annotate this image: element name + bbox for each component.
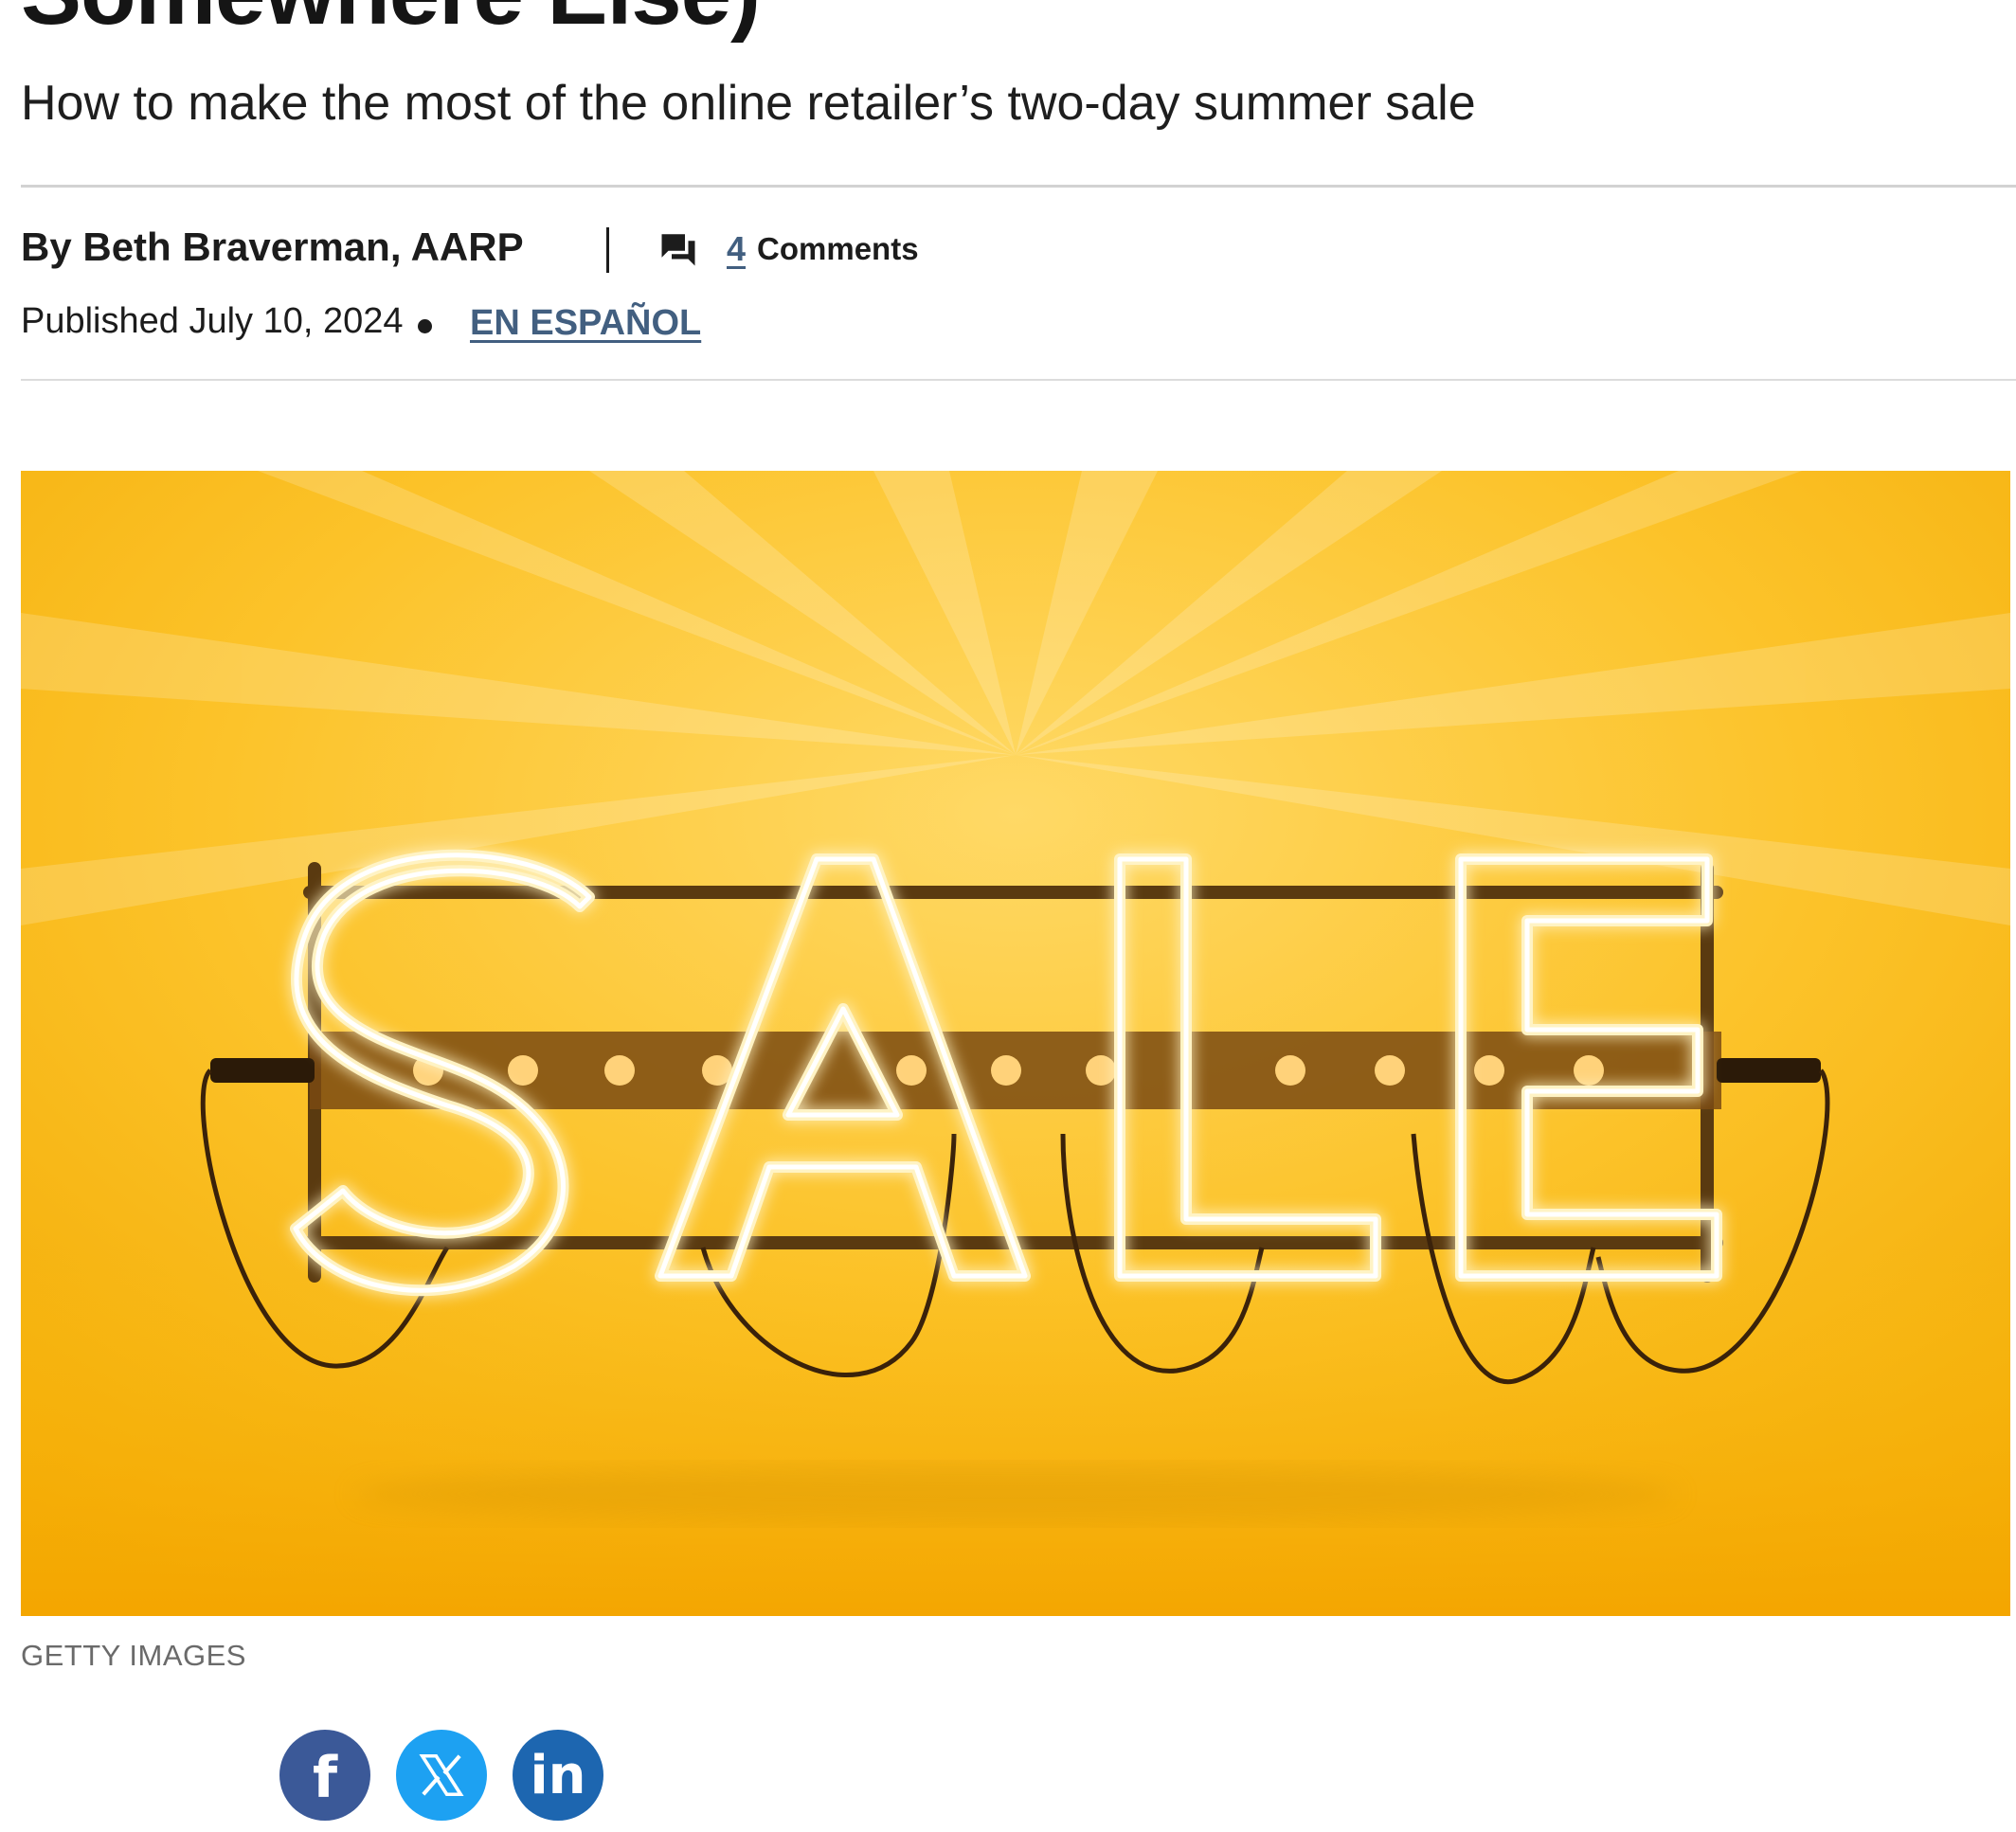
- comments-count[interactable]: 4: [727, 229, 746, 269]
- linkedin-icon: in: [530, 1745, 586, 1806]
- image-credit: GETTY IMAGES: [21, 1639, 246, 1672]
- neon-sale-sign-illustration: [21, 471, 2010, 1616]
- article-page: Somewhere Else) How to make the most of …: [0, 0, 2016, 1832]
- meta-divider: [21, 379, 2016, 381]
- hero-image: [21, 471, 2010, 1616]
- comments-link[interactable]: 4 Comments: [658, 229, 919, 269]
- share-x-button[interactable]: [396, 1730, 487, 1821]
- article-subtitle: How to make the most of the online retai…: [21, 76, 1476, 131]
- published-date: Published July 10, 2024: [21, 301, 404, 341]
- author-byline: By Beth Braverman, AARP: [21, 225, 524, 269]
- header-divider: [21, 185, 2016, 188]
- x-logo-icon: [419, 1753, 464, 1797]
- share-linkedin-button[interactable]: in: [513, 1730, 603, 1821]
- meta-bullet: [418, 319, 432, 333]
- facebook-icon: f: [312, 1745, 338, 1811]
- article-headline: Somewhere Else): [21, 0, 761, 39]
- comments-label[interactable]: Comments: [757, 231, 919, 267]
- spanish-version-link[interactable]: EN ESPAÑOL: [470, 303, 701, 344]
- comments-icon: [661, 234, 695, 266]
- share-facebook-button[interactable]: f: [279, 1730, 370, 1821]
- byline-separator: [606, 227, 609, 273]
